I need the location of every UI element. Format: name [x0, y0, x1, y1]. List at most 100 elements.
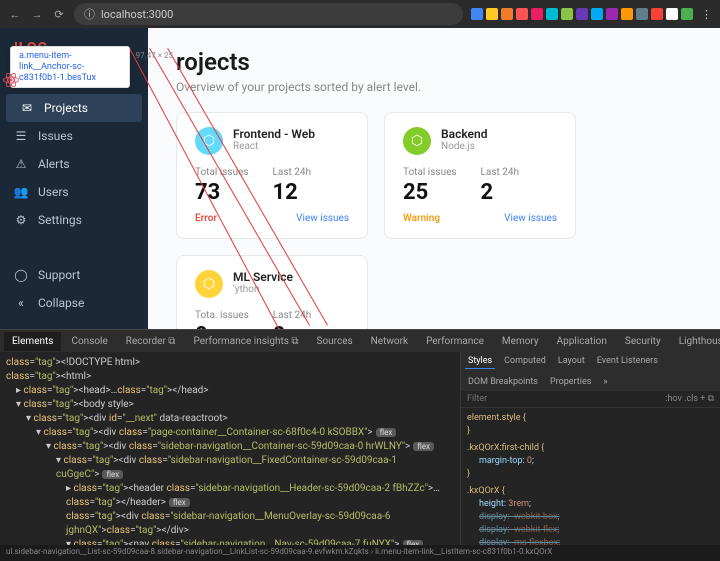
page-subtitle: Overview of your projects sorted by aler…	[176, 80, 692, 94]
devtools-tab-application[interactable]: Application	[549, 332, 615, 351]
dom-node[interactable]: ▾ class="tag"><div id="__next" data-reac…	[6, 412, 454, 426]
card-title: Backend	[441, 127, 487, 141]
devtools-tab-performance-insights-[interactable]: Performance insights ⧉	[185, 332, 306, 351]
total-issues: 73	[195, 180, 249, 205]
styles-tab-computed[interactable]: Computed	[501, 354, 549, 369]
extension-icon[interactable]	[516, 8, 528, 20]
view-issues-link[interactable]: View issues	[296, 213, 349, 224]
devtools-tab-console[interactable]: Console	[63, 332, 115, 351]
address-bar[interactable]: ⓘ localhost:3000	[74, 3, 463, 25]
dom-node[interactable]: ▾ class="tag"><body style>	[6, 398, 454, 412]
sidebar-item-label: Projects	[44, 101, 88, 115]
sidebar-item-projects[interactable]: ✉ Projects	[6, 94, 142, 122]
extension-icon[interactable]	[681, 8, 693, 20]
sidebar-item-issues[interactable]: ☰ Issues	[0, 122, 148, 150]
total-issues: 25	[403, 180, 457, 205]
main-content: rojects Overview of your projects sorted…	[148, 28, 720, 329]
dom-tree[interactable]: class="tag"><!DOCTYPE html>class="tag"><…	[0, 352, 460, 545]
extension-icon[interactable]	[501, 8, 513, 20]
element-tooltip: a.menu-item-link__Anchor-sc-c831f0b1-1.b…	[10, 46, 130, 88]
tech-icon: ⬡	[195, 270, 223, 298]
extension-icon[interactable]	[531, 8, 543, 20]
info-icon: ⓘ	[84, 6, 95, 22]
url-text: localhost:3000	[101, 8, 173, 21]
back-button[interactable]: ←	[8, 7, 22, 21]
sidebar-item-support[interactable]: ◯ Support	[0, 261, 148, 289]
dom-node[interactable]: class="tag"><!DOCTYPE html>	[6, 356, 454, 370]
browser-chrome: ← → ⟳ ⓘ localhost:3000 ⋮	[0, 0, 720, 28]
css-rule-block[interactable]: .kxQOrX:first-child {margin-top: 0;}	[467, 442, 714, 481]
devtools-tab-performance[interactable]: Performance	[418, 332, 492, 351]
styles-tab-layout[interactable]: Layout	[555, 354, 588, 369]
projects-icon: ✉	[20, 101, 34, 115]
tech-icon: ⬡	[403, 127, 431, 155]
extension-icon[interactable]	[666, 8, 678, 20]
styles-tab-styles[interactable]: Styles	[465, 354, 495, 369]
page-title: rojects	[176, 48, 692, 76]
dom-node[interactable]: ▸ class="tag"><header class="sidebar-nav…	[6, 482, 454, 510]
dom-node[interactable]: ▾ class="tag"><div class="sidebar-naviga…	[6, 440, 454, 454]
alerts-icon: ⚠	[14, 157, 28, 171]
css-rule-block[interactable]: .kxQOrX {height: 3rem;display: -webkit-b…	[467, 485, 714, 545]
extension-icon[interactable]	[621, 8, 633, 20]
dom-node[interactable]: ▾ class="tag"><div class="page-container…	[6, 426, 454, 440]
status-badge: Warning	[403, 213, 440, 224]
devtools-tab-memory[interactable]: Memory	[494, 332, 547, 351]
extension-icon[interactable]	[651, 8, 663, 20]
last-24h: 12	[273, 180, 312, 205]
extension-icon[interactable]	[576, 8, 588, 20]
styles-tab-properties[interactable]: Properties	[547, 375, 594, 389]
project-card: ⬡BackendNode.jsTotal issues25Last 24h2Wa…	[384, 112, 576, 239]
devtools-panel: ElementsConsoleRecorder ⧉Performance ins…	[0, 329, 720, 561]
react-devtools-icon[interactable]	[2, 71, 20, 89]
styles-tab-dom-breakpoints[interactable]: DOM Breakpoints	[465, 375, 541, 389]
collapse-icon: «	[14, 296, 28, 310]
extension-icon[interactable]	[486, 8, 498, 20]
devtools-tab-recorder-[interactable]: Recorder ⧉	[118, 332, 184, 351]
extension-icon[interactable]	[471, 8, 483, 20]
menu-icon[interactable]: ⋮	[701, 8, 712, 21]
support-icon: ◯	[14, 268, 28, 282]
devtools-tab-elements[interactable]: Elements	[4, 332, 61, 351]
sidebar-item-label: Issues	[38, 129, 73, 143]
dom-node[interactable]: ▸ class="tag"><head>…class="tag"></head>	[6, 384, 454, 398]
project-card: ⬡Frontend - WebReactTotal issues73Last 2…	[176, 112, 368, 239]
dom-node[interactable]: ▾ class="tag"><nav class="sidebar-naviga…	[6, 538, 454, 545]
status-badge: Error	[195, 213, 217, 224]
reload-button[interactable]: ⟳	[52, 7, 66, 21]
sidebar-item-label: Alerts	[38, 157, 70, 171]
last-24h: 2	[481, 180, 520, 205]
devtools-tabs: ElementsConsoleRecorder ⧉Performance ins…	[0, 330, 720, 352]
sidebar-item-settings[interactable]: ⚙Settings	[0, 206, 148, 234]
extension-icons	[471, 8, 693, 20]
styles-tab-event-listeners[interactable]: Event Listeners	[594, 354, 661, 369]
sidebar-item-label: Support	[38, 268, 80, 282]
card-tech: React	[233, 141, 315, 152]
styles-tab--[interactable]: »	[600, 375, 610, 389]
card-tech: 'ython	[233, 284, 293, 295]
styles-toggles[interactable]: :hov .cls + ⧉	[665, 394, 714, 404]
devtools-tab-security[interactable]: Security	[617, 332, 669, 351]
extension-icon[interactable]	[606, 8, 618, 20]
sidebar-item-users[interactable]: 👥Users	[0, 178, 148, 206]
extension-icon[interactable]	[591, 8, 603, 20]
dom-node[interactable]: class="tag"><html>	[6, 370, 454, 384]
devtools-tab-network[interactable]: Network	[363, 332, 416, 351]
view-issues-link[interactable]: View issues	[504, 213, 557, 224]
css-rule-block[interactable]: element.style {}	[467, 412, 714, 438]
total-issues: 0	[195, 323, 249, 329]
styles-filter-input[interactable]	[467, 394, 659, 404]
extension-icon[interactable]	[561, 8, 573, 20]
devtools-tab-lighthouse[interactable]: Lighthouse	[671, 332, 720, 351]
devtools-tab-sources[interactable]: Sources	[309, 332, 361, 351]
breadcrumb-path[interactable]: ul.sidebar-navigation__List-sc-59d09caa-…	[0, 545, 720, 561]
sidebar-item-collapse[interactable]: «Collapse	[0, 289, 148, 317]
sidebar-item-alerts[interactable]: ⚠ Alerts	[0, 150, 148, 178]
extension-icon[interactable]	[546, 8, 558, 20]
dom-node[interactable]: ▾ class="tag"><div class="sidebar-naviga…	[6, 454, 454, 482]
styles-pane: Styles Computed Layout Event Listeners DOM B…	[460, 352, 720, 545]
issues-icon: ☰	[14, 129, 28, 143]
extension-icon[interactable]	[636, 8, 648, 20]
forward-button[interactable]: →	[30, 7, 44, 21]
dom-node[interactable]: class="tag"><div class="sidebar-navigati…	[6, 510, 454, 538]
